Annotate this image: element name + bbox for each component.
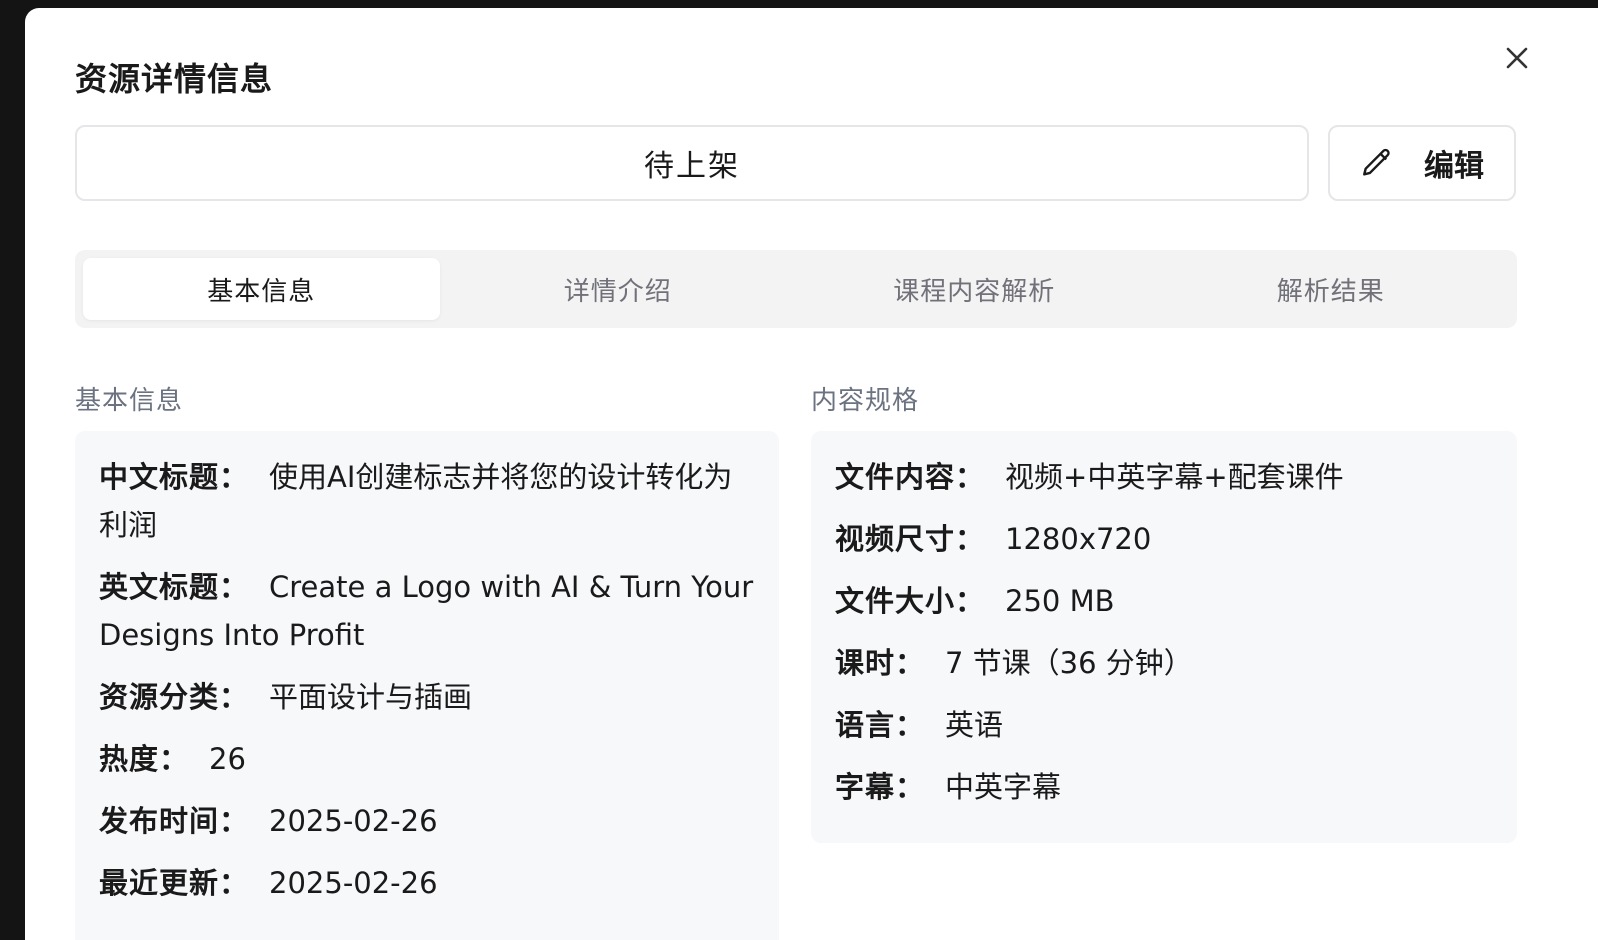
- field-video-size: 视频尺寸： 1280x720: [835, 515, 1493, 563]
- field-value: 中英字幕: [945, 770, 1062, 804]
- tab-label: 解析结果: [1276, 276, 1385, 307]
- content-spec-panel: 文件内容： 视频+中英字幕+配套课件 视频尺寸： 1280x720 文件大小： 250…: [811, 431, 1517, 843]
- field-label: 课时：: [835, 646, 926, 680]
- field-label: 文件内容：: [835, 460, 986, 494]
- tab-course-analysis[interactable]: 课程内容解析: [796, 258, 1153, 320]
- dialog-title: 资源详情信息: [75, 60, 274, 98]
- field-value: 7 节课（36 分钟）: [945, 646, 1193, 680]
- field-category: 资源分类： 平面设计与插画: [99, 673, 755, 721]
- field-value: 英语: [945, 708, 1004, 742]
- field-value: 2025-02-26: [269, 866, 438, 900]
- edit-button-label: 编辑: [1424, 149, 1484, 184]
- tab-analysis-result[interactable]: 解析结果: [1153, 258, 1510, 320]
- content-spec-heading: 内容规格: [811, 386, 920, 416]
- field-lessons: 课时： 7 节课（36 分钟）: [835, 639, 1493, 687]
- field-language: 语言： 英语: [835, 701, 1493, 749]
- field-value: 26: [209, 742, 246, 776]
- field-last-updated: 最近更新： 2025-02-26: [99, 859, 755, 907]
- field-label: 资源分类：: [99, 680, 250, 714]
- field-label: 最近更新：: [99, 866, 250, 900]
- field-file-content: 文件内容： 视频+中英字幕+配套课件: [835, 453, 1493, 501]
- close-button[interactable]: [1501, 42, 1533, 74]
- basic-info-panel: 中文标题： 使用AI创建标志并将您的设计转化为利润 英文标题： Create a L…: [75, 431, 779, 940]
- field-chinese-title: 中文标题： 使用AI创建标志并将您的设计转化为利润: [99, 453, 755, 549]
- status-text: 待上架: [644, 149, 740, 184]
- field-publish-date: 发布时间： 2025-02-26: [99, 797, 755, 845]
- tab-basic-info[interactable]: 基本信息: [83, 258, 440, 320]
- field-value: 250 MB: [1005, 584, 1115, 618]
- tab-label: 详情介绍: [563, 276, 672, 307]
- field-label: 英文标题：: [99, 570, 250, 604]
- field-label: 字幕：: [835, 770, 926, 804]
- tab-label: 课程内容解析: [893, 276, 1056, 307]
- resource-detail-dialog: 资源详情信息 待上架 编辑 基本信息 详情介绍 课程内容解析 解析结果 基本信息…: [25, 8, 1598, 940]
- edit-button[interactable]: 编辑: [1328, 125, 1516, 201]
- field-subtitles: 字幕： 中英字幕: [835, 763, 1493, 811]
- field-label: 视频尺寸：: [835, 522, 986, 556]
- field-label: 文件大小：: [835, 584, 986, 618]
- field-popularity: 热度： 26: [99, 735, 755, 783]
- field-label: 热度：: [99, 742, 190, 776]
- field-label: 中文标题：: [99, 460, 250, 494]
- field-english-title: 英文标题： Create a Logo with AI & Turn Your D…: [99, 563, 755, 659]
- status-display: 待上架: [75, 125, 1309, 201]
- field-label: 发布时间：: [99, 804, 250, 838]
- close-icon: [1506, 47, 1528, 69]
- field-value: 1280x720: [1005, 522, 1152, 556]
- tab-label: 基本信息: [207, 276, 316, 307]
- field-file-size: 文件大小： 250 MB: [835, 577, 1493, 625]
- field-value: 视频+中英字幕+配套课件: [1005, 460, 1344, 494]
- field-label: 语言：: [835, 708, 926, 742]
- tab-bar: 基本信息 详情介绍 课程内容解析 解析结果: [75, 250, 1517, 328]
- field-value: 平面设计与插画: [269, 680, 473, 714]
- field-value: 2025-02-26: [269, 804, 438, 838]
- pencil-icon: [1363, 148, 1390, 176]
- tab-detail-intro[interactable]: 详情介绍: [440, 258, 797, 320]
- basic-info-heading: 基本信息: [75, 386, 184, 416]
